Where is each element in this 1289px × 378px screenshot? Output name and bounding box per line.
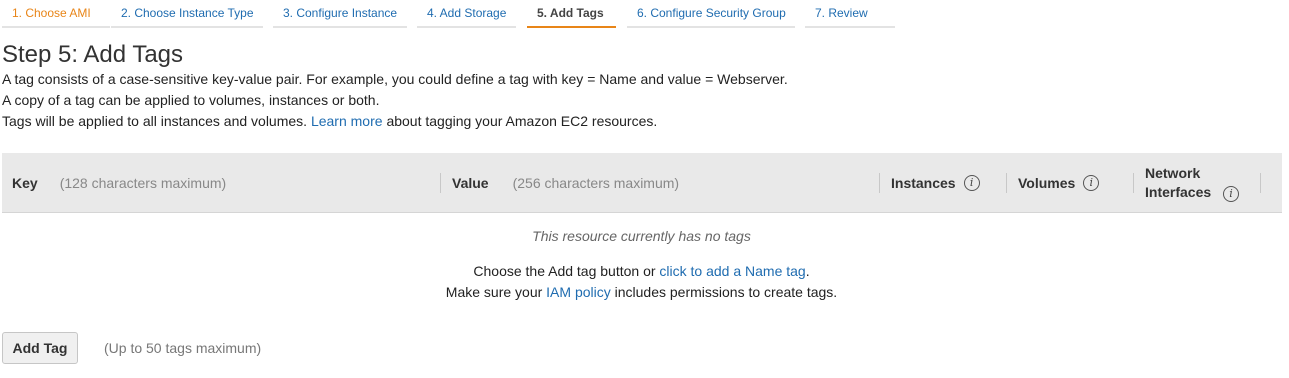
network-interfaces-info-icon[interactable]: i xyxy=(1223,186,1240,202)
wizard-tabs: 1. Choose AMI 2. Choose Instance Type 3.… xyxy=(0,0,1289,30)
column-value-hint: (256 characters maximum) xyxy=(512,175,680,191)
iam-note-prefix: Make sure your xyxy=(445,284,543,300)
description-line-1: A tag consists of a case-sensitive key-v… xyxy=(2,71,788,87)
column-volumes-label: Volumes xyxy=(1018,175,1076,191)
column-network-interfaces: Network Interfaces i xyxy=(1145,153,1240,213)
column-network-label-line-1: Network xyxy=(1145,165,1201,181)
column-key: Key (128 characters maximum) xyxy=(12,153,226,213)
column-divider xyxy=(1133,173,1134,193)
empty-state-message: This resource currently has no tags xyxy=(532,228,751,244)
column-key-hint: (128 characters maximum) xyxy=(59,175,227,191)
column-key-label: Key xyxy=(12,175,38,191)
tab-choose-ami[interactable]: 1. Choose AMI xyxy=(2,0,110,28)
tab-configure-security-group[interactable]: 6. Configure Security Group xyxy=(627,0,795,28)
description-line-2: A copy of a tag can be applied to volume… xyxy=(2,92,380,108)
column-divider xyxy=(879,173,880,193)
column-instances: Instances i xyxy=(891,153,980,213)
iam-note-suffix: includes permissions to create tags. xyxy=(614,284,838,300)
column-value-label: Value xyxy=(452,175,489,191)
tags-table-header: Key (128 characters maximum) Value (256 … xyxy=(2,153,1282,213)
add-name-tag-link[interactable]: click to add a Name tag xyxy=(659,263,805,279)
instances-info-icon[interactable]: i xyxy=(963,175,980,191)
volumes-info-icon[interactable]: i xyxy=(1083,175,1100,191)
tag-limit-note: (Up to 50 tags maximum) xyxy=(104,340,262,356)
tab-choose-instance-type[interactable]: 2. Choose Instance Type xyxy=(111,0,263,28)
column-instances-label: Instances xyxy=(891,175,956,191)
description-line-3-text: Tags will be applied to all instances an… xyxy=(2,113,308,129)
add-tag-instructions: Choose the Add tag button or click to ad… xyxy=(0,263,1283,279)
column-value: Value (256 characters maximum) xyxy=(452,153,679,213)
tab-add-storage[interactable]: 4. Add Storage xyxy=(417,0,516,28)
tab-review[interactable]: 7. Review xyxy=(805,0,895,28)
page-title: Step 5: Add Tags xyxy=(2,41,184,68)
iam-policy-note: Make sure your IAM policy includes permi… xyxy=(0,284,1283,300)
column-divider xyxy=(1260,173,1261,193)
iam-policy-link[interactable]: IAM policy xyxy=(546,284,611,300)
tab-add-tags[interactable]: 5. Add Tags xyxy=(527,0,616,28)
column-network-label-line-2: Interfaces xyxy=(1145,184,1212,200)
tab-configure-instance[interactable]: 3. Configure Instance xyxy=(273,0,407,28)
instructions-period: . xyxy=(805,263,810,279)
description-line-3-suffix: about tagging your Amazon EC2 resources. xyxy=(386,113,658,129)
column-divider xyxy=(1006,173,1007,193)
instructions-text: Choose the Add tag button or xyxy=(473,263,656,279)
column-divider xyxy=(440,173,441,193)
add-tag-button[interactable]: Add Tag xyxy=(2,332,78,364)
description-line-3: Tags will be applied to all instances an… xyxy=(2,112,657,130)
column-volumes: Volumes i xyxy=(1018,153,1100,213)
learn-more-link[interactable]: Learn more xyxy=(311,113,383,129)
